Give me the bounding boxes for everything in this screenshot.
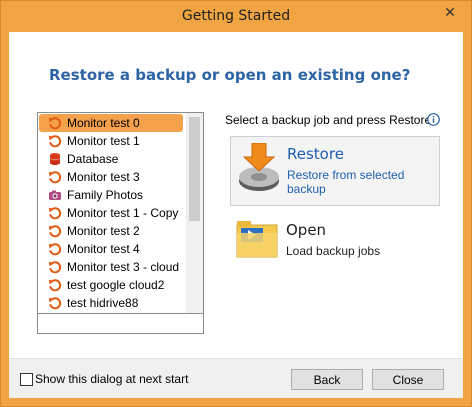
page-title: Restore a backup or open an existing one… (49, 66, 411, 84)
restore-icon (48, 224, 62, 238)
close-icon[interactable]: ✕ (435, 1, 465, 23)
open-subtitle: Load backup jobs (286, 244, 381, 258)
list-item-label: Monitor test 4 (67, 242, 140, 256)
list-item-label: Database (67, 152, 119, 166)
list-scrollbar[interactable] (186, 113, 203, 313)
info-icon[interactable] (427, 113, 440, 126)
window-title: Getting Started (181, 8, 291, 24)
list-item[interactable]: Monitor test 1 - Copy (39, 204, 185, 222)
list-item-label: Monitor test 1 (67, 134, 140, 148)
list-item-label: Monitor test 2 (67, 224, 140, 238)
list-item-label: Monitor test 1 - Copy (67, 206, 179, 220)
list-item-label: test google cloud2 (67, 278, 165, 292)
list-item[interactable]: Family Photos (39, 186, 185, 204)
folder-icon (236, 221, 278, 258)
list-item-label: test hidrive88 (67, 296, 139, 310)
restore-icon (48, 242, 62, 256)
list-item[interactable]: test hidrive88 (39, 294, 185, 312)
restore-icon (48, 134, 62, 148)
backup-job-items: Monitor test 0 Monitor test 1 Database Moni… (39, 114, 185, 312)
dialog-body: Restore a backup or open an existing one… (9, 32, 463, 398)
open-option[interactable]: Open Load backup jobs (230, 217, 438, 267)
restore-subtitle: Restore from selected backup (287, 168, 405, 196)
restore-disk-icon (239, 143, 279, 191)
list-item[interactable]: Monitor test 4 (39, 240, 185, 258)
show-dialog-label[interactable]: Show this dialog at next start (35, 372, 188, 386)
scrollbar-thumb[interactable] (189, 117, 200, 221)
button-bar: Show this dialog at next start Back Clos… (9, 359, 463, 398)
restore-title: Restore (287, 145, 344, 163)
list-item[interactable]: Monitor test 1 (39, 132, 185, 150)
list-item[interactable]: Monitor test 2 (39, 222, 185, 240)
restore-icon (48, 296, 62, 310)
instruction-text: Select a backup job and press Restore (225, 113, 432, 127)
restore-option[interactable]: Restore Restore from selected backup (230, 136, 440, 206)
title-bar: Getting Started ✕ (1, 1, 471, 32)
list-item-label: Monitor test 0 (67, 116, 140, 130)
list-item[interactable]: Database (39, 150, 185, 168)
list-item[interactable]: test google cloud2 (39, 276, 185, 294)
list-item-label: Monitor test 3 (67, 170, 140, 184)
restore-icon (48, 278, 62, 292)
list-item-label: Monitor test 3 - cloud (67, 260, 180, 274)
window: Getting Started ✕ Restore a backup or op… (0, 0, 472, 407)
show-dialog-checkbox[interactable] (20, 373, 33, 386)
list-item[interactable]: Monitor test 3 - cloud (39, 258, 185, 276)
restore-icon (48, 206, 62, 220)
list-footer (38, 313, 203, 333)
open-title: Open (286, 221, 327, 239)
camera-icon (48, 188, 62, 202)
back-button[interactable]: Back (291, 369, 363, 390)
restore-icon (48, 260, 62, 274)
restore-icon (48, 116, 62, 130)
list-item-label: Family Photos (67, 188, 144, 202)
close-button[interactable]: Close (372, 369, 444, 390)
list-item[interactable]: Monitor test 0 (39, 114, 183, 132)
database-icon (48, 152, 62, 166)
list-item[interactable]: Monitor test 3 (39, 168, 185, 186)
restore-icon (48, 170, 62, 184)
backup-job-list[interactable]: Monitor test 0 Monitor test 1 Database Moni… (37, 112, 204, 334)
